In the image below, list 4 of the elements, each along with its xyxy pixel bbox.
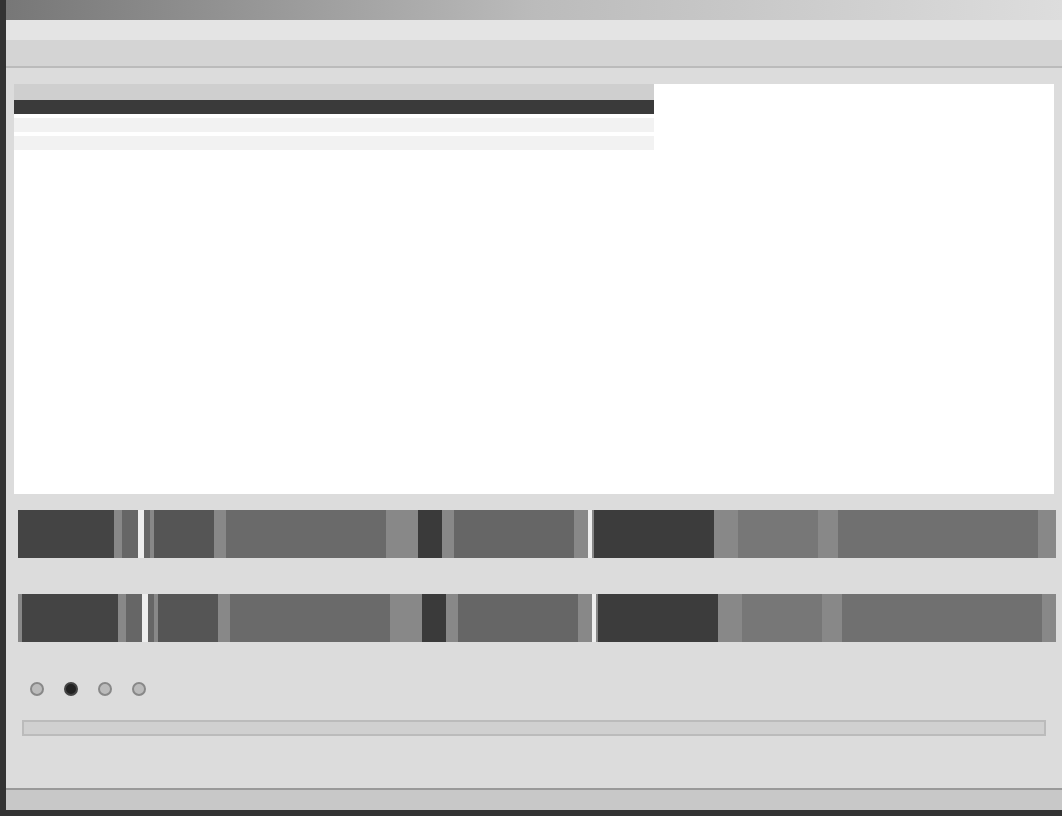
radio-button[interactable] xyxy=(30,682,44,696)
radio-button[interactable] xyxy=(98,682,112,696)
radio-button[interactable] xyxy=(132,682,146,696)
radio-button[interactable] xyxy=(64,682,78,696)
